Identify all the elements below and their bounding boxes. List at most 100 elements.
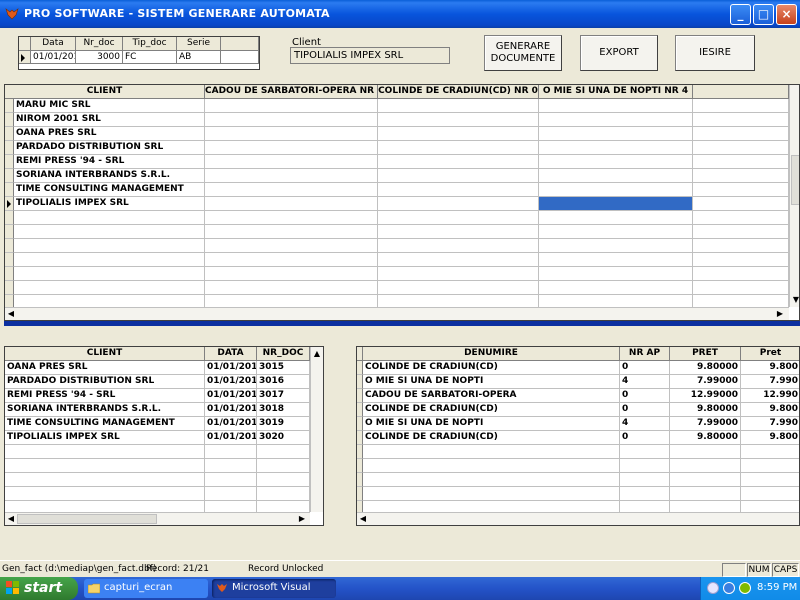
quantity-cell[interactable] <box>378 169 539 183</box>
client-name-cell[interactable] <box>14 267 205 281</box>
table-row[interactable] <box>5 267 789 281</box>
header-col-tip-doc[interactable]: Tip_doc <box>123 37 177 51</box>
top-col-colinde[interactable]: COLINDE DE CRADIUN(CD) NR 0 <box>378 85 539 99</box>
close-button[interactable]: × <box>776 4 797 25</box>
quantity-cell[interactable] <box>378 155 539 169</box>
quantity-cell[interactable] <box>378 183 539 197</box>
quantity-cell[interactable] <box>539 211 693 225</box>
top-grid-scroll-thumb[interactable] <box>791 155 799 205</box>
product-name-cell[interactable]: O MIE SI UNA DE NOPTI <box>363 417 620 431</box>
doc-number-cell[interactable] <box>257 459 310 473</box>
table-row[interactable] <box>357 459 799 473</box>
price-cell[interactable] <box>670 473 741 487</box>
table-row[interactable]: O MIE SI UNA DE NOPTI 4 7.99000 7.990 <box>357 375 799 389</box>
nr-ap-cell[interactable] <box>620 445 670 459</box>
table-row[interactable]: OANA PRES SRL01/01/20133015 <box>5 361 310 375</box>
client-name-cell[interactable] <box>14 253 205 267</box>
product-name-cell[interactable]: CADOU DE SARBATORI-OPERA <box>363 389 620 403</box>
client-name-cell[interactable] <box>5 459 205 473</box>
quantity-cell[interactable] <box>693 239 789 253</box>
quantity-cell[interactable] <box>539 239 693 253</box>
taskbar-item-capturi-ecran[interactable]: capturi_ecran <box>84 579 208 598</box>
table-row[interactable] <box>5 459 310 473</box>
price-cell-2[interactable]: 12.990 <box>741 389 799 403</box>
date-cell[interactable]: 01/01/2013 <box>205 389 257 403</box>
quantity-cell[interactable] <box>539 225 693 239</box>
row-selector[interactable] <box>5 211 14 225</box>
row-selector[interactable] <box>5 99 14 113</box>
quantity-cell[interactable] <box>205 239 378 253</box>
right-col-nr-ap[interactable]: NR AP <box>620 347 670 361</box>
table-row[interactable]: TIME CONSULTING MANAGEMENT01/01/20133019 <box>5 417 310 431</box>
row-selector[interactable] <box>19 51 31 64</box>
quantity-cell[interactable] <box>205 197 378 211</box>
top-col-o-mie[interactable]: O MIE SI UNA DE NOPTI NR 4 <box>539 85 693 99</box>
price-cell-2[interactable]: 9.800 <box>741 361 799 375</box>
row-selector[interactable] <box>5 127 14 141</box>
row-selector[interactable] <box>5 113 14 127</box>
table-row[interactable]: SORIANA INTERBRANDS S.R.L. <box>5 169 789 183</box>
price-cell-2[interactable]: 9.800 <box>741 403 799 417</box>
price-cell[interactable]: 9.80000 <box>670 403 741 417</box>
nr-ap-cell[interactable] <box>620 487 670 501</box>
date-cell[interactable]: 01/01/2013 <box>205 403 257 417</box>
table-row[interactable] <box>357 445 799 459</box>
table-row[interactable]: NIROM 2001 SRL <box>5 113 789 127</box>
nr-ap-cell[interactable] <box>620 459 670 473</box>
row-selector[interactable] <box>5 183 14 197</box>
scroll-right-icon[interactable]: ▶ <box>297 514 307 524</box>
quantity-cell[interactable] <box>539 253 693 267</box>
product-name-cell[interactable]: COLINDE DE CRADIUN(CD) <box>363 431 620 445</box>
client-name-cell[interactable] <box>14 281 205 295</box>
row-selector[interactable] <box>5 281 14 295</box>
messenger-icon[interactable] <box>723 582 735 594</box>
quantity-cell[interactable] <box>693 127 789 141</box>
date-cell[interactable] <box>205 487 257 501</box>
quantity-cell[interactable] <box>378 211 539 225</box>
client-name-cell[interactable] <box>14 225 205 239</box>
client-name-cell[interactable] <box>5 445 205 459</box>
doc-number-cell[interactable]: 3015 <box>257 361 310 375</box>
nr-ap-cell[interactable]: 0 <box>620 361 670 375</box>
client-name-cell[interactable]: MARU MIC SRL <box>14 99 205 113</box>
client-name-cell[interactable] <box>14 239 205 253</box>
table-row[interactable]: O MIE SI UNA DE NOPTI 4 7.99000 7.990 <box>357 417 799 431</box>
doc-number-cell[interactable] <box>257 445 310 459</box>
date-cell[interactable] <box>205 473 257 487</box>
product-name-cell[interactable] <box>363 487 620 501</box>
price-cell-2[interactable]: 9.800 <box>741 431 799 445</box>
table-row[interactable]: TIME CONSULTING MANAGEMENT <box>5 183 789 197</box>
quantity-cell[interactable] <box>539 141 693 155</box>
quantity-cell[interactable] <box>693 141 789 155</box>
client-name-cell[interactable] <box>14 211 205 225</box>
table-row[interactable] <box>5 487 310 501</box>
quantity-cell[interactable] <box>378 253 539 267</box>
table-row[interactable] <box>357 487 799 501</box>
scroll-down-icon[interactable]: ▼ <box>791 295 799 305</box>
quantity-cell[interactable] <box>539 113 693 127</box>
row-selector[interactable] <box>5 155 14 169</box>
product-name-cell[interactable]: COLINDE DE CRADIUN(CD) <box>363 361 620 375</box>
quantity-cell[interactable] <box>205 99 378 113</box>
scroll-right-icon[interactable]: ▶ <box>775 309 785 319</box>
row-selector[interactable] <box>5 239 14 253</box>
right-col-pret[interactable]: PRET <box>670 347 741 361</box>
header-data-value[interactable]: 01/01/201 <box>31 51 76 64</box>
header-col-serie[interactable]: Serie <box>177 37 221 51</box>
left-col-data[interactable]: DATA <box>205 347 257 361</box>
quantity-cell[interactable] <box>693 253 789 267</box>
quantity-cell[interactable] <box>539 169 693 183</box>
table-row[interactable]: COLINDE DE CRADIUN(CD) 0 9.80000 9.800 <box>357 431 799 445</box>
client-name-cell[interactable]: NIROM 2001 SRL <box>14 113 205 127</box>
quantity-cell[interactable] <box>205 183 378 197</box>
quantity-cell[interactable] <box>378 267 539 281</box>
left-col-nr-doc[interactable]: NR_DOC <box>257 347 310 361</box>
quantity-cell[interactable] <box>539 197 693 211</box>
quantity-cell[interactable] <box>378 141 539 155</box>
right-col-denumire[interactable]: DENUMIRE <box>363 347 620 361</box>
header-empty-value[interactable] <box>221 51 259 64</box>
quantity-cell[interactable] <box>205 225 378 239</box>
invoices-horizontal-scrollbar[interactable]: ◀ ▶ <box>5 512 310 525</box>
client-field[interactable]: TIPOLIALIS IMPEX SRL <box>290 47 450 64</box>
header-nr-doc-value[interactable]: 3000 <box>76 51 123 64</box>
